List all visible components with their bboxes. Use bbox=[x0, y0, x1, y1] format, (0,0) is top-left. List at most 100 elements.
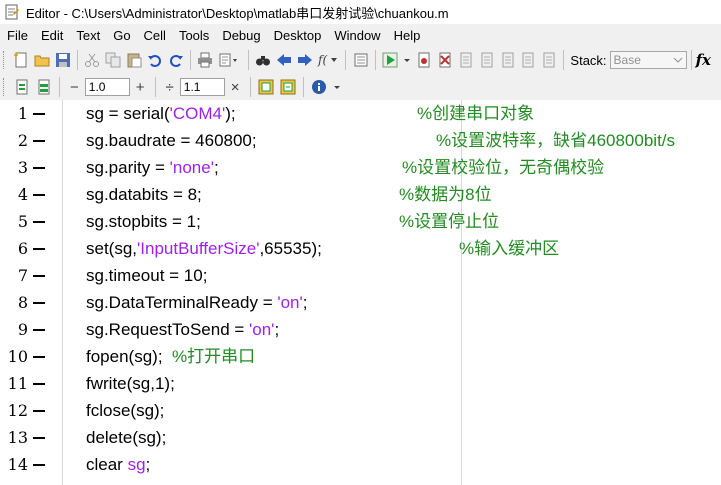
open-folder-icon[interactable] bbox=[34, 51, 51, 69]
continue-icon[interactable] bbox=[520, 51, 537, 69]
menu-tools[interactable]: Tools bbox=[172, 28, 215, 43]
insert-cell-icon[interactable] bbox=[13, 78, 31, 96]
menu-cell[interactable]: Cell bbox=[137, 28, 172, 43]
breakpoint-marker[interactable] bbox=[33, 275, 45, 277]
stack-select[interactable]: Base bbox=[609, 51, 687, 69]
code-line[interactable]: 11 fwrite(sg,1); bbox=[0, 370, 721, 397]
step-icon[interactable] bbox=[458, 51, 475, 69]
code-line[interactable]: 10 fopen(sg); %打开串口 bbox=[0, 343, 721, 370]
menu-file[interactable]: File bbox=[0, 28, 34, 43]
code-line[interactable]: 6 set(sg,'InputBufferSize',65535); %输入缓冲… bbox=[0, 235, 721, 262]
breakpoint-marker[interactable] bbox=[33, 329, 45, 331]
code-text[interactable]: sg.databits = 8; bbox=[86, 181, 202, 208]
code-line[interactable]: 3 sg.parity = 'none'; %设置校验位，无奇偶校验 bbox=[0, 154, 721, 181]
function-browser-icon[interactable]: f( bbox=[317, 51, 339, 69]
code-text[interactable]: sg.timeout = 10; bbox=[86, 262, 207, 289]
step-in-icon[interactable] bbox=[478, 51, 495, 69]
run-dropdown-icon[interactable] bbox=[403, 51, 412, 69]
code-plain: ; bbox=[213, 158, 219, 177]
menu-help[interactable]: Help bbox=[387, 28, 427, 43]
code-text[interactable]: fopen(sg); %打开串口 bbox=[86, 343, 255, 370]
breakpoint-marker[interactable] bbox=[33, 464, 45, 466]
evaluate-advance-icon[interactable] bbox=[279, 78, 297, 96]
code-text[interactable]: clear sg; bbox=[86, 451, 150, 478]
increment-value-field[interactable]: 1.0 bbox=[84, 78, 130, 96]
info-icon[interactable] bbox=[310, 78, 328, 96]
code-text[interactable]: set(sg,'InputBufferSize',65535); bbox=[86, 235, 322, 262]
breakpoint-list-icon[interactable] bbox=[352, 51, 369, 69]
increment-button[interactable]: + bbox=[136, 79, 145, 96]
code-plain: sg = serial( bbox=[86, 104, 170, 123]
breakpoint-marker[interactable] bbox=[33, 437, 45, 439]
copy-icon[interactable] bbox=[105, 51, 122, 69]
menu-text[interactable]: Text bbox=[69, 28, 106, 43]
undo-icon[interactable] bbox=[146, 51, 163, 69]
back-icon[interactable] bbox=[276, 51, 293, 69]
menu-debug[interactable]: Debug bbox=[215, 28, 266, 43]
line-number: 2 bbox=[17, 131, 28, 150]
divide-button[interactable]: ÷ bbox=[166, 79, 174, 96]
code-text[interactable]: sg.parity = 'none'; bbox=[86, 154, 219, 181]
menu-go[interactable]: Go bbox=[106, 28, 136, 43]
save-icon[interactable] bbox=[54, 51, 71, 69]
cell-mode-icon[interactable] bbox=[35, 78, 53, 96]
breakpoint-marker[interactable] bbox=[33, 167, 45, 169]
multiply-value-field[interactable]: 1.1 bbox=[179, 78, 225, 96]
menu-window[interactable]: Window bbox=[327, 28, 386, 43]
breakpoint-marker[interactable] bbox=[33, 113, 45, 115]
code-line[interactable]: 5 sg.stopbits = 1; %设置停止位 bbox=[0, 208, 721, 235]
code-line[interactable]: 8 sg.DataTerminalReady = 'on'; bbox=[0, 289, 721, 316]
code-string: 'none' bbox=[169, 158, 214, 177]
code-line[interactable]: 14 clear sg; bbox=[0, 451, 721, 478]
code-text[interactable]: fclose(sg); bbox=[86, 397, 164, 424]
breakpoint-marker[interactable] bbox=[33, 383, 45, 385]
fx-button[interactable]: fx bbox=[696, 51, 711, 69]
step-out-icon[interactable] bbox=[499, 51, 516, 69]
code-text[interactable]: sg = serial('COM4'); bbox=[86, 100, 236, 127]
new-file-icon[interactable] bbox=[13, 51, 30, 69]
evaluate-cell-icon[interactable] bbox=[257, 78, 275, 96]
paste-icon[interactable] bbox=[126, 51, 143, 69]
code-line[interactable]: 12 fclose(sg); bbox=[0, 397, 721, 424]
code-text[interactable]: fwrite(sg,1); bbox=[86, 370, 175, 397]
breakpoint-marker[interactable] bbox=[33, 194, 45, 196]
code-line[interactable]: 13 delete(sg); bbox=[0, 424, 721, 451]
code-text[interactable]: delete(sg); bbox=[86, 424, 166, 451]
stack-value: Base bbox=[613, 53, 641, 67]
breakpoint-marker[interactable] bbox=[33, 140, 45, 142]
exit-debug-icon[interactable] bbox=[541, 51, 558, 69]
breakpoint-marker[interactable] bbox=[33, 248, 45, 250]
info-dropdown-icon[interactable] bbox=[332, 78, 342, 96]
cut-icon[interactable] bbox=[84, 51, 101, 69]
find-icon[interactable] bbox=[255, 51, 272, 69]
code-text[interactable]: sg.DataTerminalReady = 'on'; bbox=[86, 289, 307, 316]
menu-edit[interactable]: Edit bbox=[34, 28, 69, 43]
breakpoint-marker[interactable] bbox=[33, 356, 45, 358]
code-string: 'COM4' bbox=[169, 104, 226, 123]
code-editor[interactable]: 1 sg = serial('COM4'); %创建串口对象 2 sg.baud… bbox=[0, 100, 721, 485]
print-icon[interactable] bbox=[197, 51, 214, 69]
breakpoint-marker[interactable] bbox=[33, 302, 45, 304]
find-files-icon[interactable] bbox=[218, 51, 242, 69]
forward-icon[interactable] bbox=[296, 51, 313, 69]
breakpoint-marker[interactable] bbox=[33, 410, 45, 412]
clear-breakpoint-icon[interactable] bbox=[437, 51, 454, 69]
code-text[interactable]: sg.stopbits = 1; bbox=[86, 208, 201, 235]
code-line[interactable]: 9 sg.RequestToSend = 'on'; bbox=[0, 316, 721, 343]
multiply-button[interactable]: × bbox=[231, 79, 240, 96]
code-line[interactable]: 4 sg.databits = 8; %数据为8位 bbox=[0, 181, 721, 208]
menu-desktop[interactable]: Desktop bbox=[267, 28, 328, 43]
code-line[interactable]: 7 sg.timeout = 10; bbox=[0, 262, 721, 289]
code-text[interactable]: sg.RequestToSend = 'on'; bbox=[86, 316, 279, 343]
breakpoint-marker[interactable] bbox=[33, 221, 45, 223]
code-line[interactable]: 2 sg.baudrate = 460800; %设置波特率，缺省460800b… bbox=[0, 127, 721, 154]
code-text[interactable]: sg.baudrate = 460800; bbox=[86, 127, 257, 154]
toolbar-grip[interactable] bbox=[3, 78, 7, 96]
run-icon[interactable] bbox=[382, 51, 399, 69]
set-breakpoint-icon[interactable] bbox=[416, 51, 433, 69]
redo-icon[interactable] bbox=[167, 51, 184, 69]
toolbar-grip[interactable] bbox=[3, 51, 7, 69]
code-plain: ); bbox=[225, 104, 236, 123]
decrement-button[interactable]: − bbox=[70, 79, 79, 96]
code-line[interactable]: 1 sg = serial('COM4'); %创建串口对象 bbox=[0, 100, 721, 127]
